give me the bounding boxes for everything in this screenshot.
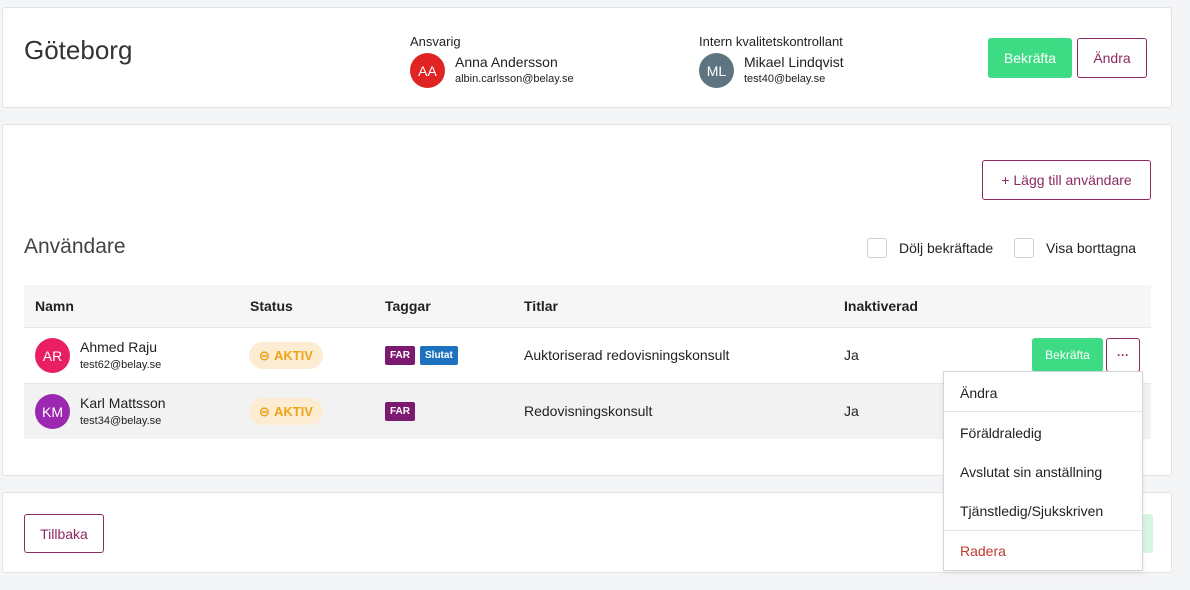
column-status[interactable]: Status <box>250 298 293 314</box>
confirm-button[interactable]: Bekräfta <box>988 38 1072 78</box>
status-icon: ⊝ <box>259 403 270 419</box>
status-label: AKTIV <box>273 348 313 363</box>
hide-confirmed-label: Dölj bekräftade <box>899 240 994 256</box>
page-title: Göteborg <box>24 35 133 65</box>
user-avatar: KM <box>35 394 70 429</box>
user-title: Auktoriserad redovisningskonsult <box>524 347 730 363</box>
user-email: test62@belay.se <box>80 359 162 371</box>
status-icon: ⊝ <box>259 347 270 363</box>
controller-avatar: ML <box>699 53 734 88</box>
user-name: Ahmed Raju <box>80 339 158 355</box>
menu-item-edit[interactable]: Ändra <box>960 385 997 401</box>
hide-confirmed-toggle[interactable]: Dölj bekräftade <box>867 238 993 258</box>
status-label: AKTIV <box>273 404 313 419</box>
menu-item-delete[interactable]: Radera <box>960 543 1006 559</box>
responsible-label: Ansvarig <box>410 34 461 49</box>
controller-email: test40@belay.se <box>744 73 826 85</box>
status-badge: ⊝ AKTIV <box>249 342 323 369</box>
controller-name: Mikael Lindqvist <box>744 54 844 70</box>
edit-button[interactable]: Ändra <box>1077 38 1147 78</box>
user-inactivated: Ja <box>844 403 859 419</box>
menu-item-parental-leave[interactable]: Föräldraledig <box>960 425 1042 441</box>
responsible-email: albin.carlsson@belay.se <box>455 73 574 85</box>
user-avatar: AR <box>35 338 70 373</box>
back-button[interactable]: Tillbaka <box>24 514 104 553</box>
tag-far: FAR <box>385 346 415 365</box>
responsible-name: Anna Andersson <box>455 54 558 70</box>
row-context-menu: Ändra Föräldraledig Avslutat sin anställ… <box>943 371 1143 571</box>
show-deleted-label: Visa borttagna <box>1046 240 1137 256</box>
column-titles[interactable]: Titlar <box>524 298 558 314</box>
table-header: Namn Status Taggar Titlar Inaktiverad <box>24 285 1151 327</box>
menu-divider <box>944 530 1142 531</box>
column-inactivated[interactable]: Inaktiverad <box>844 298 918 314</box>
show-deleted-toggle[interactable]: Visa borttagna <box>1014 238 1136 258</box>
user-name: Karl Mattsson <box>80 395 166 411</box>
column-name[interactable]: Namn <box>35 298 74 314</box>
status-badge: ⊝ AKTIV <box>249 398 323 425</box>
more-options-button[interactable]: ··· <box>1106 338 1140 372</box>
show-deleted-checkbox[interactable] <box>1014 238 1034 258</box>
tag-slutat: Slutat <box>420 346 458 365</box>
menu-item-terminated[interactable]: Avslutat sin anställning <box>960 464 1102 480</box>
menu-divider <box>944 411 1142 412</box>
user-email: test34@belay.se <box>80 415 162 427</box>
hide-confirmed-checkbox[interactable] <box>867 238 887 258</box>
responsible-avatar: AA <box>410 53 445 88</box>
row-confirm-button[interactable]: Bekräfta <box>1032 338 1103 372</box>
column-tags[interactable]: Taggar <box>385 298 431 314</box>
office-header-card: Göteborg Ansvarig AA Anna Andersson albi… <box>2 7 1172 108</box>
menu-item-leave-sick[interactable]: Tjänstledig/Sjukskriven <box>960 503 1103 519</box>
tag-far: FAR <box>385 402 415 421</box>
users-section-title: Användare <box>24 235 126 258</box>
controller-label: Intern kvalitetskontrollant <box>699 34 843 49</box>
user-inactivated: Ja <box>844 347 859 363</box>
user-title: Redovisningskonsult <box>524 403 653 419</box>
add-user-button[interactable]: + Lägg till användare <box>982 160 1151 200</box>
